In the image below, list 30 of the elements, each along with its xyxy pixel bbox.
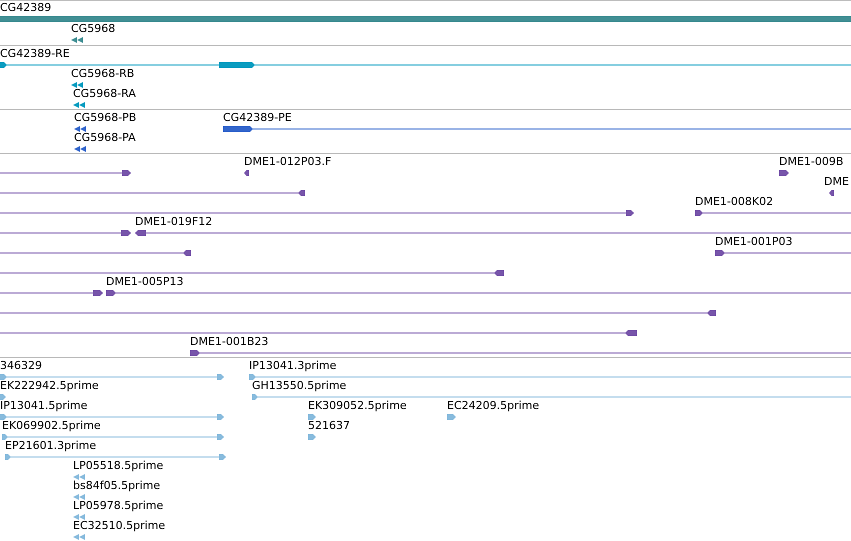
feature-label: LP05978.5prime [73,500,164,512]
feature-label: CG5968-RB [71,68,134,80]
feature-label: CG5968-RA [73,88,136,100]
feature-label: DME1-001P03 [715,236,793,248]
feature-label: DME1-012P03.F [244,156,332,168]
feature-label: DME [824,176,849,188]
feature-label: GH13550.5prime [252,380,346,392]
feature-label: IP13041.3prime [249,360,336,372]
feature-label: IP13041.5prime [0,400,88,412]
feature-label: EK309052.5prime [308,400,407,412]
feature-label: DME1-008K02 [695,196,774,208]
feature-label: EC24209.5prime [447,400,540,412]
feature-label: DME1-019F12 [135,216,212,228]
feature-label: 521637 [308,420,350,432]
feature-label: EK222942.5prime [0,380,99,392]
feature-label: DME1-005P13 [106,276,184,288]
feature-label: CG42389-RE [0,48,70,60]
feature-label: 346329 [0,360,42,372]
feature-label: CG5968-PA [74,132,136,144]
feature-label: LP05518.5prime [73,460,164,472]
feature-label: EP21601.3prime [5,440,96,452]
feature-label: CG42389-PE [223,112,292,124]
feature-label: CG42389 [0,2,52,14]
feature-label: DME1-001B23 [190,336,268,348]
feature-label: CG5968-PB [74,112,136,124]
feature-label: EK069902.5prime [2,420,101,432]
feature-label: bs84f05.5prime [73,480,160,492]
feature-label: CG5968 [71,23,116,35]
feature-label: DME1-009B [779,156,844,168]
feature-label: EC32510.5prime [73,520,166,532]
